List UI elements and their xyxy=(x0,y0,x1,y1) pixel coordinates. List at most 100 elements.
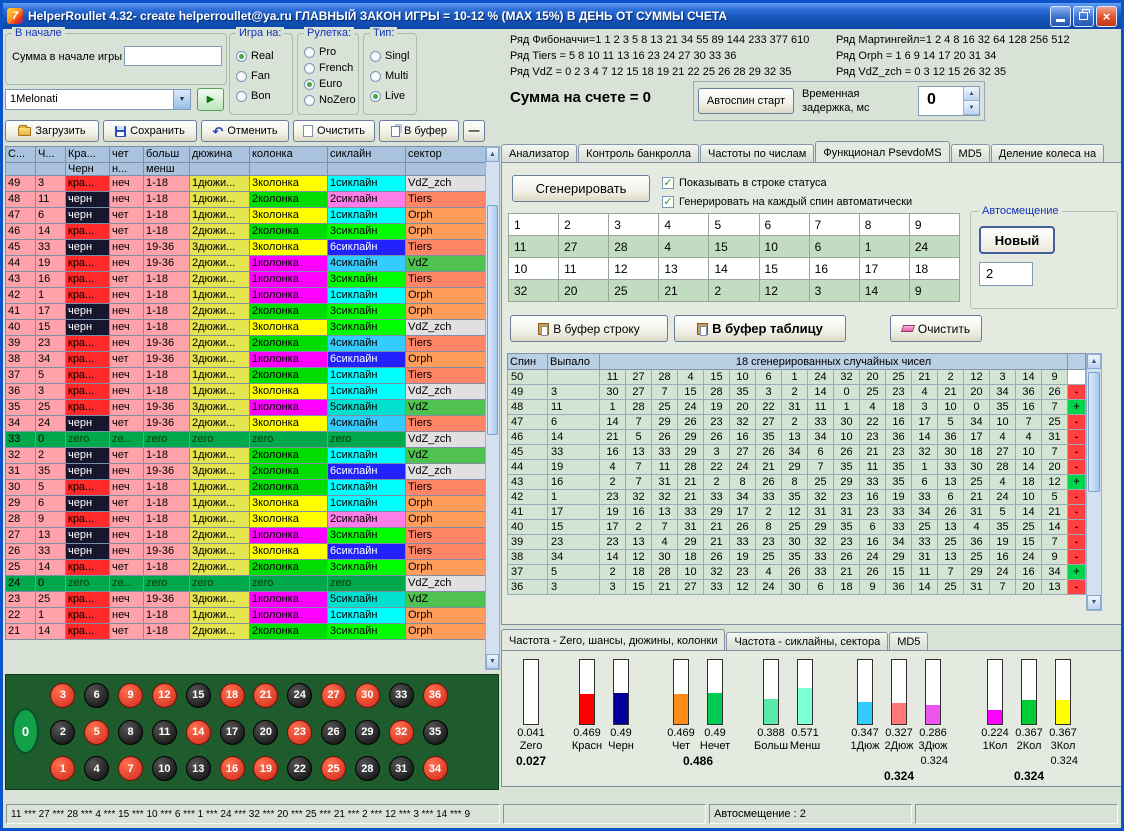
column-header[interactable]: больш xyxy=(144,147,190,163)
close-button[interactable]: × xyxy=(1096,6,1117,27)
freqtab-md5[interactable]: MD5 xyxy=(889,632,928,650)
results-scrollbar[interactable]: ▲ ▼ xyxy=(1086,353,1102,611)
tab-wheel-division[interactable]: Деление колеса на xyxy=(991,144,1104,162)
history-row[interactable]: 2325кра...неч19-363дюжи...1колонка5сикла… xyxy=(6,592,486,608)
radio-option-bon[interactable]: Bon xyxy=(236,90,290,102)
spinner-down-icon[interactable]: ▼ xyxy=(964,101,979,115)
result-row[interactable]: 441947112822242129735113513330281420- xyxy=(508,460,1086,475)
result-row[interactable]: 431627312128268252933356132541812+ xyxy=(508,475,1086,490)
tab-psevdoms-functional[interactable]: Функционал PsevdoMS xyxy=(815,141,949,162)
column-header[interactable]: чет xyxy=(110,147,144,163)
tab-bankroll-control[interactable]: Контроль банкролла xyxy=(578,144,699,162)
history-row[interactable]: 3923кра...неч19-362дюжи...2колонка4сикла… xyxy=(6,336,486,352)
generate-button[interactable]: Сгенерировать xyxy=(512,175,650,202)
board-cell-9[interactable]: 9 xyxy=(114,677,148,714)
board-cell-33[interactable]: 33 xyxy=(384,677,418,714)
chevron-down-icon[interactable]: ▼ xyxy=(173,90,190,109)
history-row[interactable]: 3525кра...неч19-363дюжи...1колонка5сикла… xyxy=(6,400,486,416)
board-cell-30[interactable]: 30 xyxy=(350,677,384,714)
radio-option-real[interactable]: Real xyxy=(236,50,290,62)
copy-buffer-button[interactable]: В буфер xyxy=(379,120,459,142)
radio-option-euro[interactable]: Euro xyxy=(304,78,356,90)
history-row[interactable]: 3834кра...чет19-363дюжи...1колонка6сикла… xyxy=(6,352,486,368)
clear-results-button[interactable]: Очистить xyxy=(890,315,982,342)
buffer-table-button[interactable]: В буфер таблицу xyxy=(674,315,846,342)
result-row[interactable]: 4533161333293272634626212332301827107- xyxy=(508,445,1086,460)
history-row[interactable]: 2713черннеч1-182дюжи...1колонка3сиклайнT… xyxy=(6,528,486,544)
result-row[interactable]: 4614215262926163513341023361436174431- xyxy=(508,430,1086,445)
result-row[interactable]: 41171916133329172123131233334263151421- xyxy=(508,505,1086,520)
board-cell-26[interactable]: 26 xyxy=(317,714,351,751)
board-cell-27[interactable]: 27 xyxy=(317,677,351,714)
board-cell-31[interactable]: 31 xyxy=(384,750,418,787)
freqtab-zero-chances-dozens-columns[interactable]: Частота - Zero, шансы, дюжины, колонки xyxy=(501,629,725,650)
radio-option-french[interactable]: French xyxy=(304,62,356,74)
history-row[interactable]: 4419кра...неч19-362дюжи...1колонка4сикла… xyxy=(6,256,486,272)
radio-option-singl[interactable]: Singl xyxy=(370,50,414,62)
show-in-status-checkbox[interactable]: ✓Показывать в строке статуса xyxy=(662,177,827,189)
buffer-row-button[interactable]: В буфер строку xyxy=(510,315,668,342)
result-row[interactable]: 47614729262332272333022161753410725- xyxy=(508,415,1086,430)
board-cell-25[interactable]: 25 xyxy=(317,750,351,787)
history-row[interactable]: 493кра...неч1-181дюжи...3колонка1сиклайн… xyxy=(6,176,486,192)
column-header[interactable]: дюжина xyxy=(190,147,250,163)
board-cell-7[interactable]: 7 xyxy=(114,750,148,787)
board-cell-6[interactable]: 6 xyxy=(80,677,114,714)
history-row[interactable]: 375кра...неч1-181дюжи...2колонка1сиклайн… xyxy=(6,368,486,384)
column-header[interactable]: сиклайн xyxy=(328,147,406,163)
result-row[interactable]: 39232313429213323303223163433253619157- xyxy=(508,535,1086,550)
board-cell-35[interactable]: 35 xyxy=(418,714,452,751)
history-row[interactable]: 4614кра...чет1-182дюжи...2колонка3сиклай… xyxy=(6,224,486,240)
history-row[interactable]: 305кра...неч1-181дюжи...2колонка1сиклайн… xyxy=(6,480,486,496)
result-row[interactable]: 4933027715283532140252342120343626- xyxy=(508,385,1086,400)
board-cell-17[interactable]: 17 xyxy=(215,714,249,751)
board-cell-12[interactable]: 12 xyxy=(147,677,181,714)
history-row[interactable]: 363кра...неч1-181дюжи...3колонка1сиклайн… xyxy=(6,384,486,400)
board-cell-24[interactable]: 24 xyxy=(283,677,317,714)
freqtab-sixlines-sectors[interactable]: Частота - сиклайны, сектора xyxy=(726,632,888,650)
result-row[interactable]: 4212332322133343335322316193362124105- xyxy=(508,490,1086,505)
board-cell-15[interactable]: 15 xyxy=(181,677,215,714)
scroll-up-icon[interactable]: ▲ xyxy=(486,147,499,162)
history-row[interactable]: 2514кра...чет1-182дюжи...2колонка3сиклай… xyxy=(6,560,486,576)
board-cell-16[interactable]: 16 xyxy=(215,750,249,787)
board-cell-34[interactable]: 34 xyxy=(418,750,452,787)
generated-numbers-header[interactable]: 18 сгенерированных случайных чисел xyxy=(600,354,1068,370)
history-row[interactable]: 2114кра...чет1-182дюжи...2колонка3сиклай… xyxy=(6,624,486,640)
result-row[interactable]: 36331521273312243061893614253172013- xyxy=(508,580,1086,595)
board-cell-11[interactable]: 11 xyxy=(147,714,181,751)
fell-column-header[interactable]: Выпало xyxy=(548,354,600,370)
column-header[interactable]: колонка xyxy=(250,147,328,163)
board-cell-28[interactable]: 28 xyxy=(350,750,384,787)
board-cell-3[interactable]: 3 xyxy=(46,677,80,714)
board-cell-36[interactable]: 36 xyxy=(418,677,452,714)
board-cell-13[interactable]: 13 xyxy=(181,750,215,787)
tab-number-frequencies[interactable]: Частоты по числам xyxy=(700,144,814,162)
scroll-down-icon[interactable]: ▼ xyxy=(486,654,499,669)
board-cell-8[interactable]: 8 xyxy=(114,714,148,751)
minimize-button[interactable] xyxy=(1050,6,1071,27)
column-header[interactable]: сектор xyxy=(406,147,486,163)
board-cell-22[interactable]: 22 xyxy=(283,750,317,787)
board-cell-21[interactable]: 21 xyxy=(249,677,283,714)
history-row[interactable]: 296чернчет1-181дюжи...3колонка1сиклайнOr… xyxy=(6,496,486,512)
result-row[interactable]: 4811128252419202231111418310035167+ xyxy=(508,400,1086,415)
history-row[interactable]: 221кра...неч1-181дюжи...1колонка1сиклайн… xyxy=(6,608,486,624)
result-row[interactable]: 50112728415106124322025212123149 xyxy=(508,370,1086,385)
spin-column-header[interactable]: Спин xyxy=(508,354,548,370)
board-cell-14[interactable]: 14 xyxy=(181,714,215,751)
board-cell-23[interactable]: 23 xyxy=(283,714,317,751)
undo-button[interactable]: ↶Отменить xyxy=(201,120,289,142)
tab-md5[interactable]: MD5 xyxy=(951,144,990,162)
radio-option-multi[interactable]: Multi xyxy=(370,70,414,82)
history-row[interactable]: 4015черннеч1-182дюжи...3колонка3сиклайнV… xyxy=(6,320,486,336)
autospin-start-button[interactable]: Автоспин старт xyxy=(698,88,794,114)
history-row[interactable]: 3135черннеч19-363дюжи...2колонка6сиклайн… xyxy=(6,464,486,480)
result-row[interactable]: 40151727312126825293563325134352514- xyxy=(508,520,1086,535)
board-cell-18[interactable]: 18 xyxy=(215,677,249,714)
board-cell-5[interactable]: 5 xyxy=(80,714,114,751)
profile-combobox[interactable]: 1Melonati ▼ xyxy=(5,89,191,110)
history-row[interactable]: 4117черннеч1-182дюжи...2колонка3сиклайнO… xyxy=(6,304,486,320)
clear-history-button[interactable]: Очистить xyxy=(293,120,375,142)
radio-option-fan[interactable]: Fan xyxy=(236,70,290,82)
